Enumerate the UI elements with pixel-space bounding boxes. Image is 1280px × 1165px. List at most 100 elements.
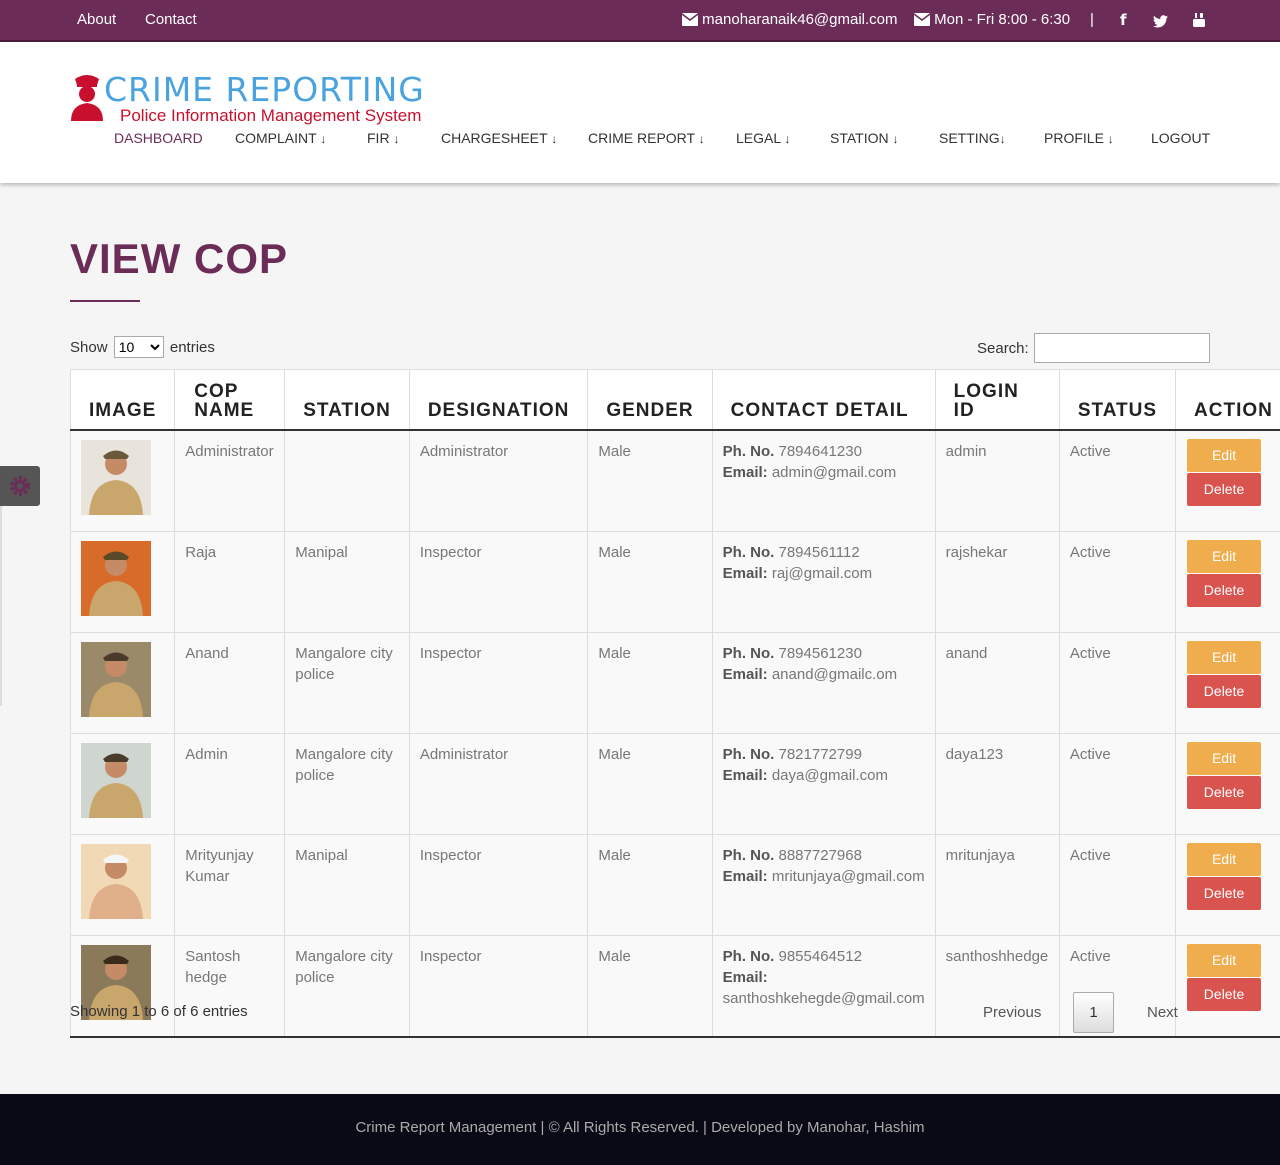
cell-designation: Administrator	[408, 429, 589, 532]
cell-station: Mangalore city police	[284, 732, 410, 835]
youtube-icon[interactable]	[1192, 12, 1206, 30]
arrow-down-icon: ↓	[999, 132, 1006, 146]
cell-image	[69, 530, 176, 633]
logo-title: CRIME REPORTING	[104, 70, 425, 109]
delete-button[interactable]: Delete	[1187, 775, 1262, 809]
email-label: Email:	[722, 564, 768, 582]
cell-login-id: anand	[934, 631, 1060, 734]
col-image[interactable]: IMAGE	[69, 369, 176, 431]
email-value: mritunjaya@gmail.com	[771, 867, 925, 885]
cell-contact: Ph. No. 7821772799 Email: daya@gmail.com	[711, 732, 936, 835]
delete-button[interactable]: Delete	[1187, 876, 1262, 910]
email-label: Email:	[722, 867, 768, 885]
delete-button[interactable]: Delete	[1187, 674, 1262, 708]
table-row: Mrityunjay Kumar Manipal Inspector Male …	[69, 833, 1280, 936]
cell-cop-name: Administrator	[174, 429, 286, 532]
edit-button[interactable]: Edit	[1187, 842, 1262, 876]
style-switcher-tab[interactable]	[0, 466, 40, 506]
contact-link[interactable]: Contact	[145, 11, 197, 28]
pagination-next[interactable]: Next	[1147, 1004, 1178, 1021]
arrow-down-icon: ↓	[784, 132, 791, 146]
nav-complaint[interactable]: COMPLAINT ↓	[235, 130, 326, 146]
hours-text: Mon - Fri 8:00 - 6:30	[934, 11, 1071, 28]
cell-gender: Male	[587, 530, 713, 633]
nav-station[interactable]: STATION ↓	[830, 130, 898, 146]
col-status[interactable]: STATUS	[1058, 369, 1177, 431]
pagination-previous[interactable]: Previous	[983, 1004, 1041, 1021]
cell-image	[69, 934, 176, 1038]
table-row: Raja Manipal Inspector Male Ph. No. 7894…	[69, 530, 1280, 633]
cell-designation: Inspector	[408, 631, 589, 734]
col-designation[interactable]: DESIGNATION	[408, 369, 589, 431]
hours-info: Mon - Fri 8:00 - 6:30	[913, 11, 1071, 28]
cop-photo	[81, 843, 151, 919]
edit-button[interactable]: Edit	[1187, 741, 1262, 775]
cell-login-id: admin	[934, 429, 1060, 532]
col-gender[interactable]: GENDER	[587, 369, 713, 431]
email-value: anand@gmailc.om	[771, 665, 898, 683]
twitter-icon[interactable]	[1153, 13, 1168, 30]
cell-designation: Administrator	[408, 732, 589, 835]
nav-setting[interactable]: SETTING↓	[939, 130, 1006, 146]
cell-station: Mangalore city police	[284, 934, 410, 1038]
cell-action: Edit Delete	[1175, 934, 1280, 1038]
facebook-icon[interactable]: f	[1120, 11, 1127, 29]
edit-button[interactable]: Edit	[1187, 539, 1262, 573]
phone-value: 7894641230	[778, 442, 862, 460]
phone-label: Ph. No.	[722, 947, 775, 965]
cell-login-id: daya123	[934, 732, 1060, 835]
cell-station: Manipal	[284, 530, 410, 633]
cell-cop-name: Admin	[174, 732, 286, 835]
col-contact[interactable]: CONTACT DETAIL	[711, 369, 936, 431]
edit-button[interactable]: Edit	[1187, 640, 1262, 674]
nav-dashboard[interactable]: DASHBOARD	[114, 130, 203, 146]
cell-action: Edit Delete	[1175, 631, 1280, 734]
edit-button[interactable]: Edit	[1187, 943, 1262, 977]
search-input[interactable]	[1034, 333, 1210, 363]
arrow-down-icon: ↓	[551, 132, 558, 146]
nav-fir[interactable]: FIR ↓	[367, 130, 399, 146]
top-bar: About Contact manoharanaik46@gmail.com M…	[0, 0, 1280, 42]
nav-label: CRIME REPORT	[588, 130, 695, 146]
nav-crime-report[interactable]: CRIME REPORT ↓	[588, 130, 705, 146]
entries-select[interactable]: 10	[113, 336, 164, 358]
nav-label: LOGOUT	[1151, 130, 1211, 146]
col-station[interactable]: STATION	[284, 369, 410, 431]
cop-photo	[81, 742, 151, 818]
nav-logout[interactable]: LOGOUT	[1151, 130, 1210, 146]
email-value: santhoshkehegde@gmail.com	[722, 989, 925, 1007]
logo-subtitle: Police Information Management System	[120, 106, 422, 125]
edit-button[interactable]: Edit	[1187, 438, 1262, 472]
cop-photo	[81, 641, 151, 717]
col-login-id[interactable]: LOGIN ID	[934, 369, 1060, 431]
nav-chargesheet[interactable]: CHARGESHEET ↓	[441, 130, 557, 146]
delete-button[interactable]: Delete	[1187, 472, 1262, 506]
side-divider	[0, 506, 2, 706]
table-row: Administrator Administrator Male Ph. No.…	[69, 429, 1280, 532]
about-link[interactable]: About	[77, 11, 116, 28]
cell-designation: Inspector	[408, 833, 589, 936]
nav-legal[interactable]: LEGAL ↓	[736, 130, 791, 146]
nav-label: CHARGESHEET	[441, 130, 548, 146]
delete-button[interactable]: Delete	[1187, 977, 1262, 1011]
gear-icon	[10, 476, 30, 496]
nav-profile[interactable]: PROFILE ↓	[1044, 130, 1114, 146]
col-cop-name[interactable]: COP NAME	[174, 369, 286, 431]
cell-station: Mangalore city police	[284, 631, 410, 734]
pagination-page-1[interactable]: 1	[1073, 992, 1114, 1033]
email-label: Email:	[722, 463, 768, 481]
cell-contact: Ph. No. 7894561112 Email: raj@gmail.com	[711, 530, 936, 633]
cell-cop-name: Anand	[174, 631, 286, 734]
email-text: manoharanaik46@gmail.com	[702, 11, 898, 28]
entries-label: entries	[169, 339, 215, 356]
delete-button[interactable]: Delete	[1187, 573, 1262, 607]
col-action[interactable]: ACTION	[1175, 369, 1280, 431]
nav-label: FIR	[367, 130, 390, 146]
cell-status: Active	[1058, 732, 1177, 835]
nav-label: DASHBOARD	[114, 130, 203, 146]
cell-gender: Male	[587, 429, 713, 532]
nav-label: LEGAL	[736, 130, 781, 146]
police-officer-icon	[71, 75, 103, 121]
phone-value: 7894561112	[778, 543, 860, 561]
arrow-down-icon: ↓	[698, 132, 705, 146]
